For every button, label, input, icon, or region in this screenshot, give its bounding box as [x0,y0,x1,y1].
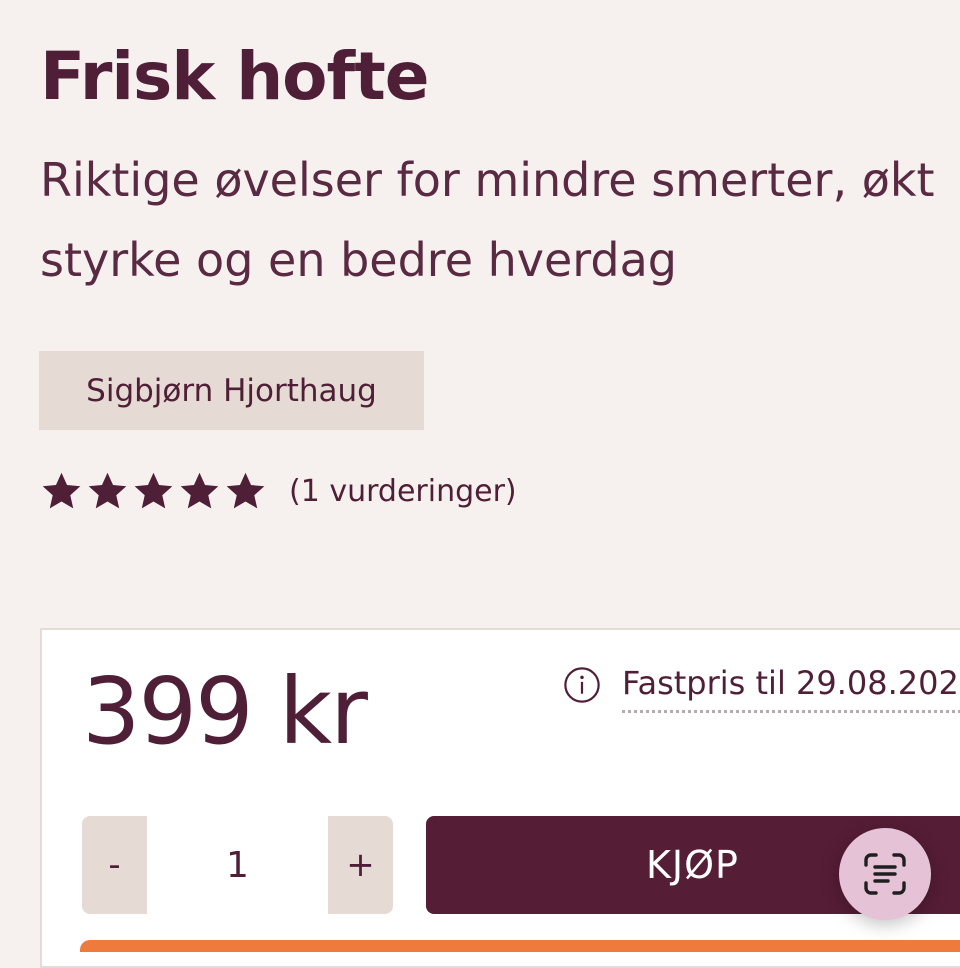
star-icon [226,472,265,509]
decrement-button[interactable]: - [82,816,147,914]
price-card: 399 kr Fastpris til 29.08.2026 - 1 + KJØ… [40,628,960,968]
star-icon [134,472,173,509]
subtitle-line-1: Riktige øvelser for mindre smerter, økt [40,153,935,207]
quantity-stepper: - 1 + [82,816,393,914]
quantity-input[interactable]: 1 [147,816,328,914]
author-tag[interactable]: Sigbjørn Hjorthaug [39,351,424,430]
rating-count: (1 vurderinger) [289,474,517,509]
fixed-price-link[interactable]: Fastpris til 29.08.2026 [622,664,960,713]
increment-button[interactable]: + [328,816,393,914]
star-icon [180,472,219,509]
secondary-action-strip[interactable] [80,940,960,952]
info-icon[interactable] [563,666,601,704]
scan-text-button[interactable] [839,828,931,920]
star-rating [40,470,267,513]
star-icon [88,472,127,509]
product-subtitle: Riktige øvelser for mindre smerter, økt … [40,140,960,300]
rating[interactable]: (1 vurderinger) [40,470,517,513]
product-title: Frisk hofte [40,38,430,115]
star-icon [42,472,81,509]
subtitle-line-2: styrke og en bedre hverdag [40,233,677,287]
price: 399 kr [82,658,368,765]
scan-text-icon [864,853,906,895]
